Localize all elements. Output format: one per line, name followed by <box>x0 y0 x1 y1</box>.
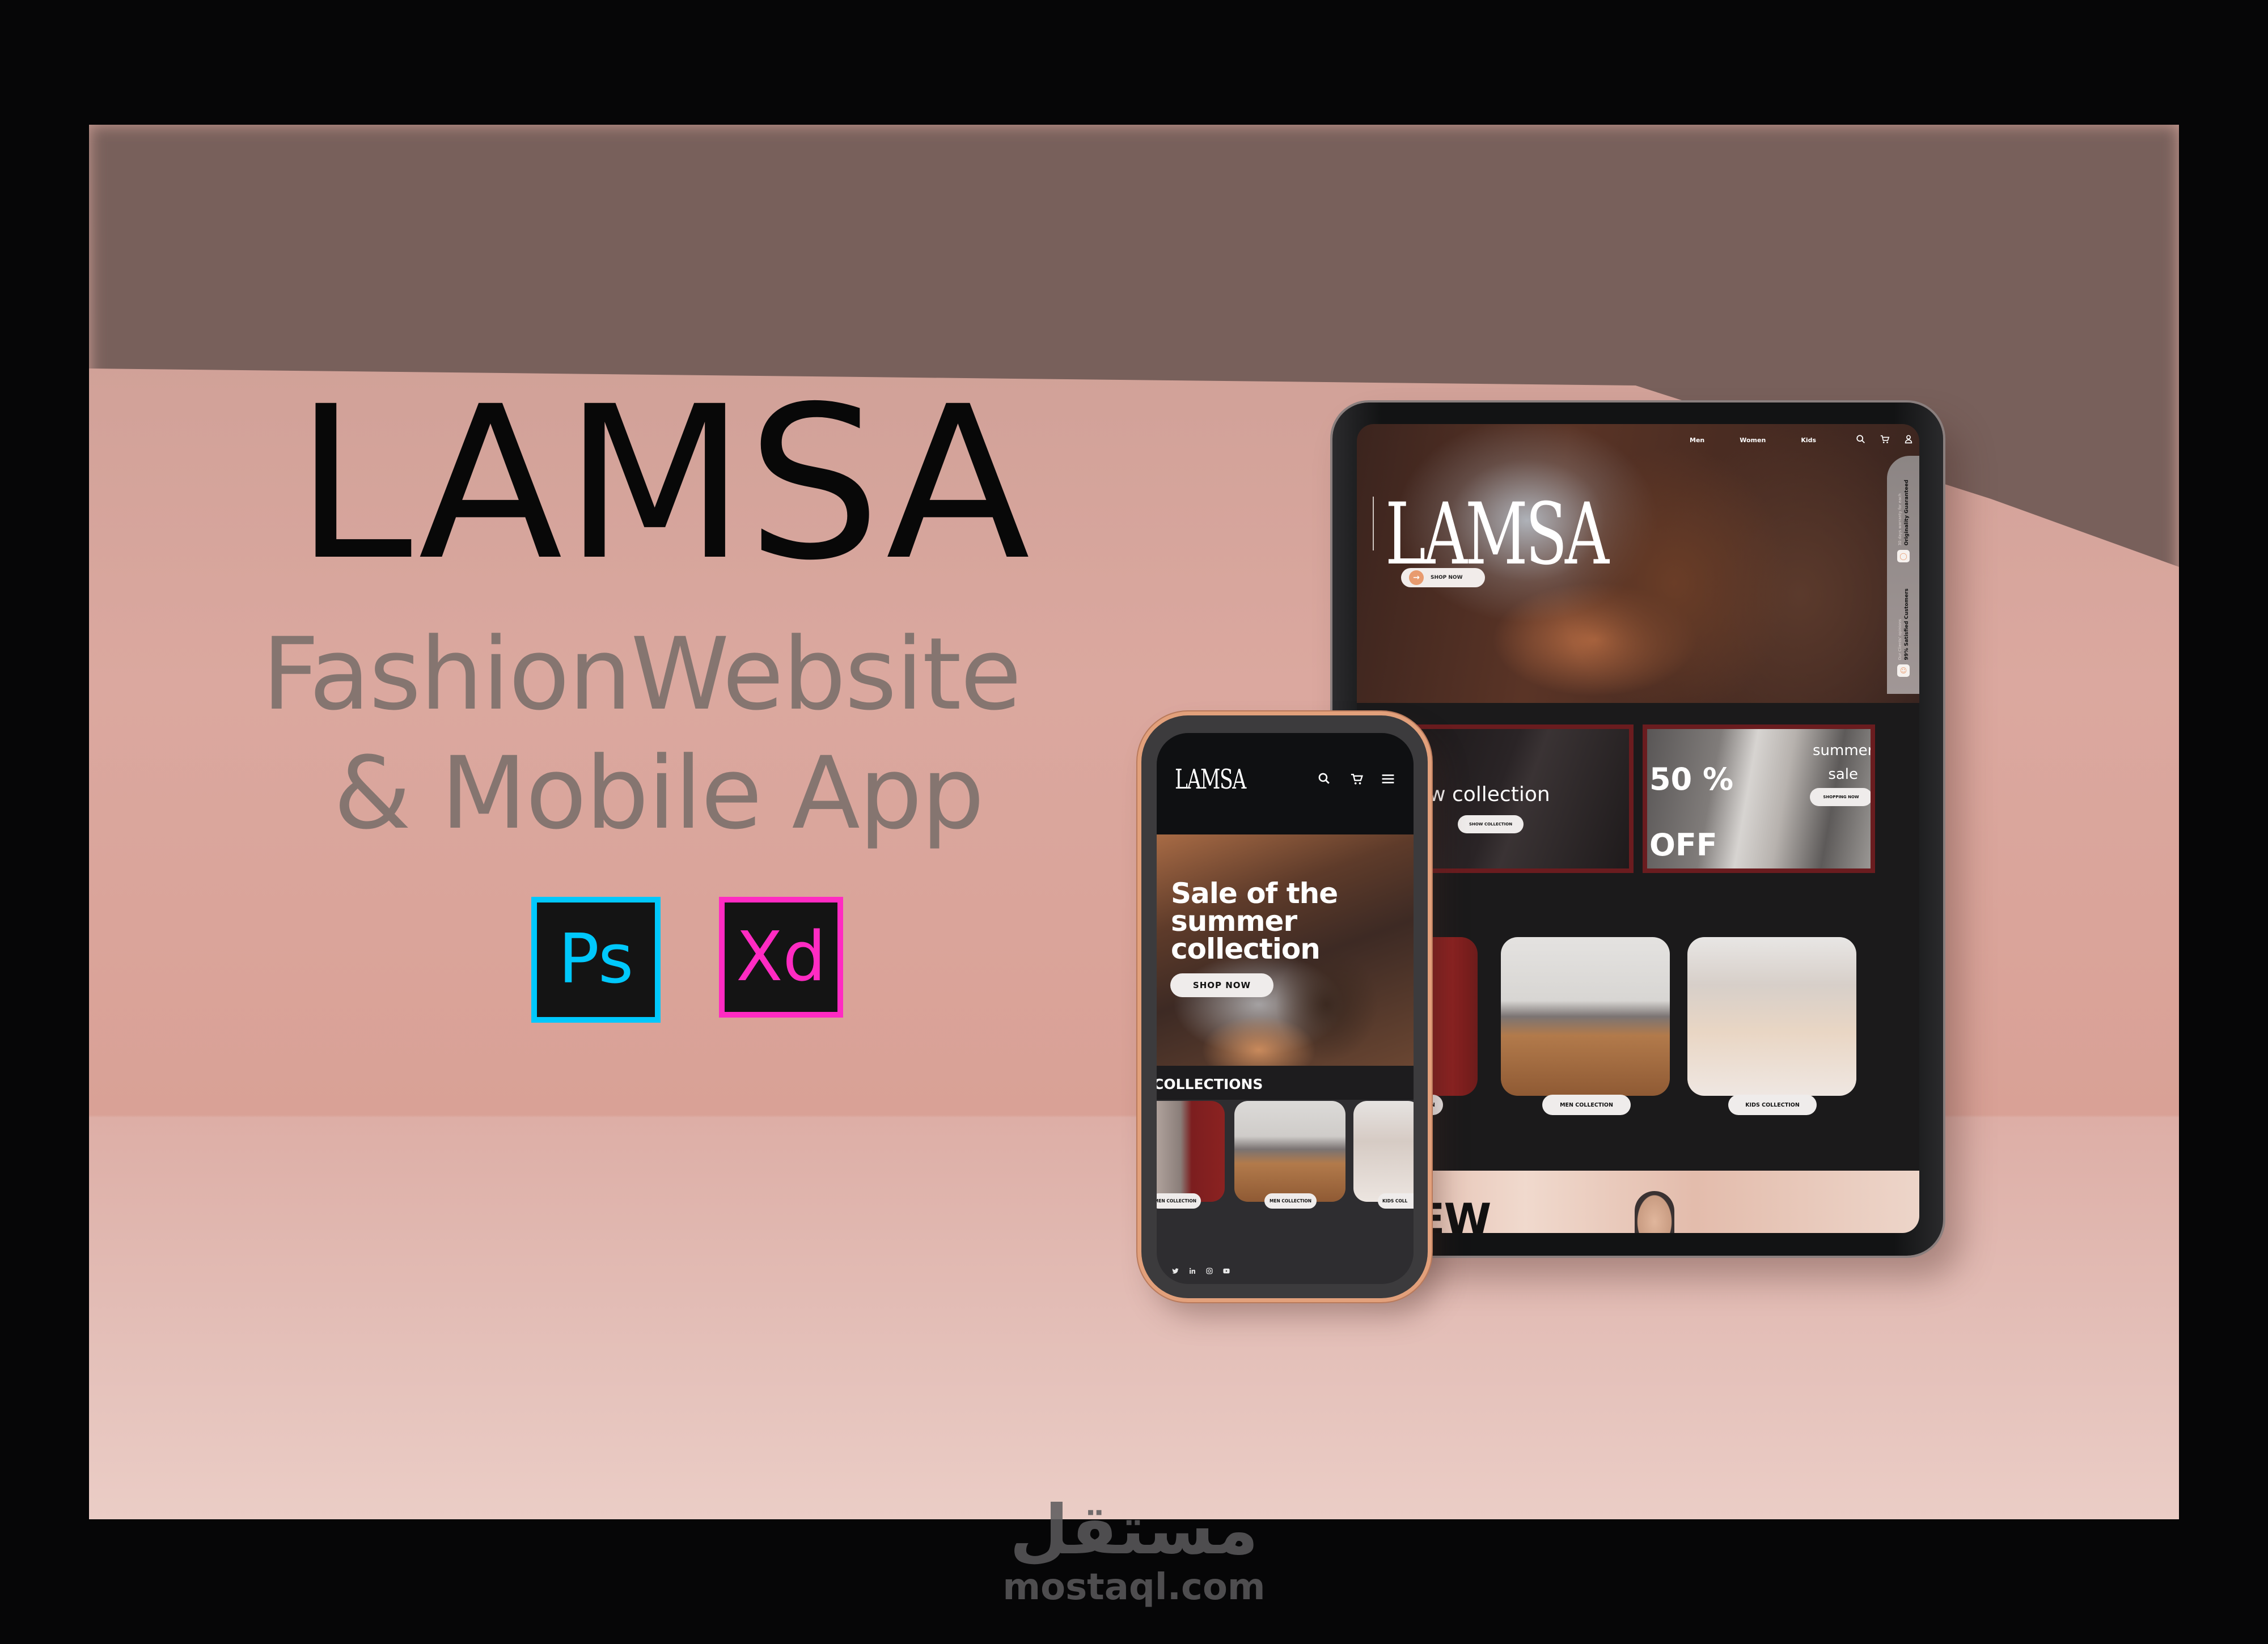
poster-subtitle-line2: & Mobile App <box>333 735 984 851</box>
hero-title-line3: collection <box>1171 933 1321 965</box>
poster-subtitle-line1: FashionWebsite <box>262 616 1022 732</box>
cart-icon[interactable] <box>1880 434 1890 446</box>
promo-title-line2: sale <box>1828 765 1859 783</box>
search-icon[interactable] <box>1317 772 1332 789</box>
side-item-originality: Originality Guaranteed 30 days warranty … <box>1890 476 1916 563</box>
phone-collection-label-men[interactable]: MEN COLLECTION <box>1264 1193 1317 1209</box>
phone-collection-card-kids[interactable] <box>1353 1101 1414 1202</box>
phone-collection-card-men[interactable] <box>1234 1101 1345 1202</box>
user-icon[interactable] <box>1903 434 1914 446</box>
hero-divider <box>1373 497 1374 550</box>
poster-title: LAMSA <box>295 361 1031 607</box>
promo-summer-sale[interactable]: 50 % OFF summer sale SHOPPING NOW <box>1643 724 1875 873</box>
nav-link-kids[interactable]: Kids <box>1801 437 1816 444</box>
side-item-title: Originality Guaranteed <box>1903 480 1910 546</box>
hero-title-line1: Sale of the <box>1171 877 1338 910</box>
collection-label-kids[interactable]: KIDS COLLECTION <box>1728 1095 1817 1115</box>
collections-title: COLLECTIONS <box>1157 1076 1263 1092</box>
side-item-satisfaction: 99% Satisfied Customers Our Clients' opi… <box>1890 585 1916 677</box>
phone-mockup: LAMSA Sale of the summer collection SHOP… <box>1141 715 1428 1298</box>
collection-label-men[interactable]: MEN COLLECTION <box>1542 1095 1631 1115</box>
adobe-xd-icon: Xd <box>719 897 843 1018</box>
nav-link-men[interactable]: Men <box>1690 437 1704 444</box>
xd-label: Xd <box>736 917 826 997</box>
phone-header-icons <box>1317 772 1395 789</box>
twitter-icon[interactable] <box>1171 1266 1179 1277</box>
linkedin-icon[interactable] <box>1188 1266 1196 1277</box>
youtube-icon[interactable] <box>1222 1266 1230 1277</box>
collection-card-men[interactable] <box>1501 937 1670 1096</box>
discount-percent: 50 % <box>1649 761 1734 797</box>
discount-off: OFF <box>1649 827 1717 863</box>
phone-header: LAMSA <box>1157 733 1414 834</box>
new-section-photo <box>1635 1191 1674 1233</box>
show-collection-button[interactable]: SHOW COLLECTION <box>1458 815 1524 833</box>
phone-collection-label-women[interactable]: MEN COLLECTION <box>1157 1193 1201 1209</box>
phone-collection-label-kids[interactable]: KIDS COLL <box>1378 1193 1414 1209</box>
arrow-right-icon: → <box>1409 570 1424 585</box>
phone-hero: Sale of the summer collection SHOP NOW <box>1157 834 1414 1066</box>
tablet-shop-now-button[interactable]: → SHOP NOW <box>1401 568 1485 587</box>
nav-link-women[interactable]: Women <box>1740 437 1766 444</box>
side-item-title: 99% Satisfied Customers <box>1903 588 1910 660</box>
watermark-arabic: مستقل <box>1009 1491 1259 1570</box>
new-arrivals-section: NEW <box>1357 1171 1919 1233</box>
watermark-domain: mostaql.com <box>1002 1566 1266 1608</box>
tablet-hero-logo: LAMSA <box>1385 485 1609 584</box>
phone-shop-now-button[interactable]: SHOP NOW <box>1170 973 1273 997</box>
tablet-nav: Men Women Kids <box>1690 431 1816 448</box>
promo-title-line1: summer <box>1813 742 1874 759</box>
smile-icon: ☺ <box>1897 664 1910 677</box>
promo-title: summer sale <box>1813 739 1874 786</box>
phone-screen: LAMSA Sale of the summer collection SHOP… <box>1157 733 1414 1284</box>
tablet-nav-icons <box>1856 431 1914 448</box>
social-links <box>1171 1266 1230 1277</box>
side-item-subtitle: Our Clients' opinions <box>1897 618 1902 660</box>
cart-icon[interactable] <box>1349 772 1364 789</box>
menu-icon[interactable] <box>1381 772 1395 789</box>
tablet-screen: Men Women Kids LAMSA → SHOP NOW Original… <box>1357 424 1919 1233</box>
tablet-hero: Men Women Kids LAMSA → SHOP NOW Original… <box>1357 424 1919 703</box>
hero-title-line2: summer <box>1171 905 1297 938</box>
photoshop-icon: Ps <box>531 897 661 1023</box>
shop-now-label: SHOP NOW <box>1431 575 1463 581</box>
shopping-now-button[interactable]: SHOPPING NOW <box>1810 788 1871 806</box>
mostaql-watermark: مستقل mostaql.com <box>998 1491 1270 1608</box>
side-item-subtitle: 30 days warranty for each <box>1897 493 1902 546</box>
instagram-icon[interactable] <box>1205 1266 1213 1277</box>
phone-collection-card-women[interactable] <box>1157 1101 1225 1202</box>
phone-logo[interactable]: LAMSA <box>1175 766 1246 793</box>
shield-icon: ◯ <box>1897 550 1910 563</box>
collection-card-kids[interactable] <box>1687 937 1856 1096</box>
phone-hero-title: Sale of the summer collection <box>1171 877 1338 965</box>
tablet-side-panel: Originality Guaranteed 30 days warranty … <box>1887 456 1919 694</box>
search-icon[interactable] <box>1856 434 1866 446</box>
photoshop-label: Ps <box>558 920 634 999</box>
